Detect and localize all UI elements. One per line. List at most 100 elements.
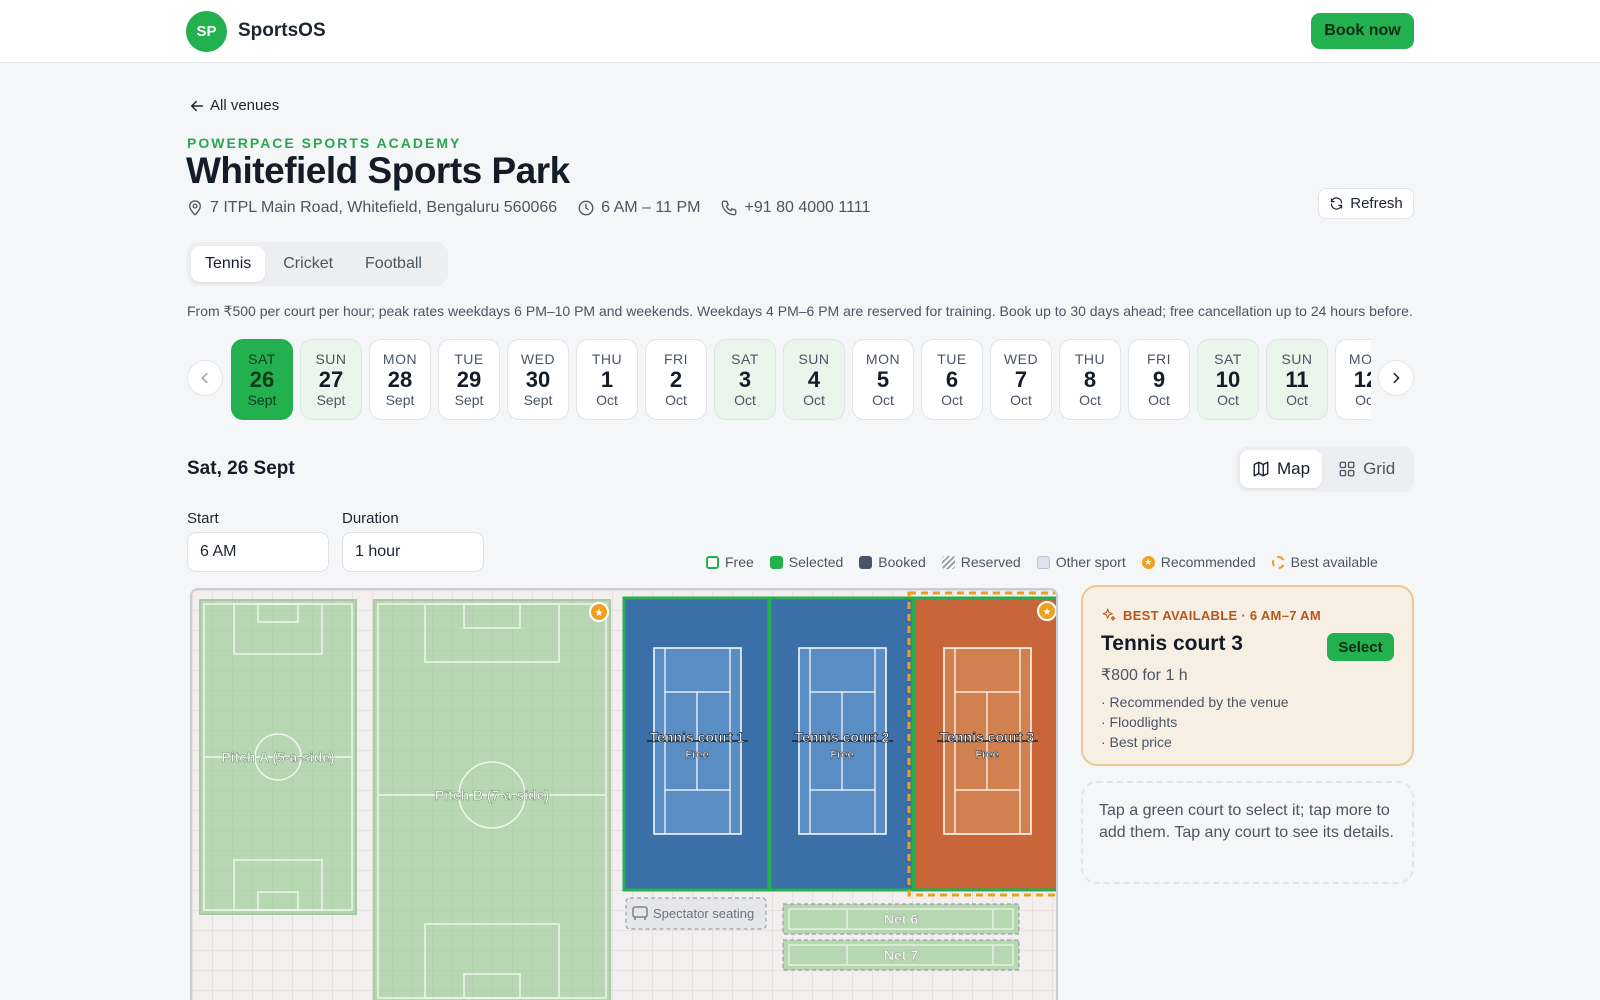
date-weekday: SAT	[731, 350, 759, 367]
svg-text:★: ★	[1043, 607, 1052, 618]
best-court-name: Tennis court 3	[1101, 632, 1243, 655]
date-day: 10	[1215, 366, 1241, 392]
best-available-swatch	[1271, 555, 1285, 569]
court-2-status: Free	[830, 749, 853, 761]
legend-selected: Selected	[769, 554, 843, 570]
phone-icon	[722, 200, 737, 216]
sparkles-icon	[1102, 608, 1116, 621]
brand-logo[interactable]: SP	[186, 11, 227, 52]
legend-free: Free	[706, 554, 754, 570]
sport-tabs: Tennis Cricket Football	[187, 242, 448, 286]
date-day: 5	[876, 366, 890, 392]
date-day: 30	[525, 366, 551, 392]
best-available-tag: BEST AVAILABLE · 6 AM–7 AM	[1101, 607, 1321, 623]
star-icon: ★	[1141, 555, 1155, 569]
date-strip: SAT 26 Sept SUN 27 Sept MON 28 Sept TUE 29 Sept WED 3…	[187, 339, 1414, 421]
net-6-label: Net 6	[884, 911, 918, 927]
date-card[interactable]: MON12Oct	[1335, 339, 1371, 420]
pricing-note: From ₹500 per court per hour; peak rates…	[187, 303, 1413, 319]
reason-item: · Recommended by the venue	[1101, 694, 1289, 710]
date-weekday: MON	[382, 350, 418, 367]
best-court-reasons: · Recommended by the venue · Floodlights…	[1101, 692, 1289, 752]
date-month: Sept	[247, 392, 277, 409]
date-card[interactable]: MON 5 Oct	[852, 339, 914, 420]
brand-name[interactable]: SportsOS	[238, 20, 326, 42]
date-day: 12	[1353, 366, 1371, 392]
court-3-name: Tennis court 3	[940, 729, 1035, 745]
date-card[interactable]: SUN 4 Oct	[783, 339, 845, 420]
duration-select[interactable]: 1 hour	[342, 532, 484, 572]
date-card[interactable]: SAT 10 Oct	[1197, 339, 1259, 420]
grid-view-button[interactable]: Grid	[1326, 450, 1407, 488]
date-day: 28	[387, 366, 413, 392]
date-month: Oct	[596, 392, 618, 409]
date-weekday: SUN	[798, 350, 830, 367]
date-next-button[interactable]	[1378, 360, 1414, 396]
reason-item: · Best price	[1101, 734, 1172, 750]
reason-item: · Floodlights	[1101, 714, 1178, 730]
start-select[interactable]: 6 AM	[187, 532, 329, 572]
venue-phone[interactable]: +91 80 4000 1111	[720, 199, 870, 217]
date-card[interactable]: FRI 9 Oct	[1128, 339, 1190, 420]
view-toggle: Map Grid	[1236, 446, 1414, 492]
date-weekday: MON	[1348, 350, 1371, 367]
best-available-card: BEST AVAILABLE · 6 AM–7 AM Tennis court …	[1081, 585, 1414, 766]
date-day: 26	[249, 366, 275, 392]
date-list: SAT 26 Sept SUN 27 Sept MON 28 Sept TUE 29 Sept WED 3…	[231, 339, 1371, 421]
venue-hours: 6 AM – 11 PM	[577, 199, 700, 217]
best-court-price: ₹800 for 1 h	[1101, 667, 1188, 684]
legend-reserved: Reserved	[941, 554, 1021, 570]
date-month: Oct	[1010, 392, 1032, 409]
venue-map: Pitch A (5-a-side) ★ Pitch B (7-a-side)	[190, 588, 1058, 1000]
date-day: 1	[600, 366, 614, 392]
grid-view-label: Grid	[1363, 459, 1396, 478]
legend-booked: Booked	[859, 554, 926, 570]
date-card[interactable]: MON 28 Sept	[369, 339, 431, 420]
date-day: 29	[456, 366, 482, 392]
date-day: 11	[1285, 366, 1309, 392]
date-month: Oct	[1079, 392, 1101, 409]
spectator-seating-label: Spectator seating	[653, 906, 754, 921]
date-card[interactable]: THU 8 Oct	[1059, 339, 1121, 420]
date-card[interactable]: SAT 3 Oct	[714, 339, 776, 420]
clock-icon	[578, 200, 594, 216]
date-card[interactable]: SUN 27 Sept	[300, 339, 362, 420]
date-prev-button[interactable]	[187, 360, 223, 396]
map-view-button[interactable]: Map	[1240, 450, 1323, 488]
legend-best-available: Best available	[1271, 554, 1378, 570]
date-month: Oct	[665, 392, 687, 409]
date-weekday: MON	[865, 350, 901, 367]
date-card[interactable]: TUE 6 Oct	[921, 339, 983, 420]
date-month: Sept	[316, 392, 346, 409]
date-card[interactable]: TUE 29 Sept	[438, 339, 500, 420]
arrow-left-icon	[190, 100, 204, 111]
court-1-status: Free	[685, 749, 708, 761]
date-month: Oct	[803, 392, 825, 409]
date-weekday: TUE	[937, 350, 967, 367]
date-weekday: FRI	[663, 350, 689, 367]
tab-cricket[interactable]: Cricket	[269, 246, 347, 282]
date-card[interactable]: SUN 11 Oct	[1266, 339, 1328, 420]
date-card[interactable]: FRI 2 Oct	[645, 339, 707, 420]
date-card[interactable]: THU 1 Oct	[576, 339, 638, 420]
chevron-right-icon	[1393, 372, 1400, 384]
date-weekday: FRI	[1146, 350, 1172, 367]
svg-text:★: ★	[595, 608, 604, 619]
date-weekday: TUE	[454, 350, 484, 367]
tab-tennis[interactable]: Tennis	[191, 246, 266, 282]
start-label: Start	[187, 510, 219, 527]
pitch-b-label: Pitch B (7-a-side)	[435, 787, 549, 803]
all-venues-link[interactable]: All venues	[190, 97, 279, 114]
date-card[interactable]: SAT 26 Sept	[231, 339, 293, 420]
date-month: Sept	[454, 392, 484, 409]
date-day: 8	[1083, 366, 1097, 392]
refresh-button[interactable]: Refresh	[1318, 188, 1414, 219]
tab-football[interactable]: Football	[351, 246, 436, 282]
hours-text: 6 AM – 11 PM	[601, 199, 701, 216]
select-best-court-button[interactable]: Select	[1327, 633, 1394, 661]
date-card[interactable]: WED 7 Oct	[990, 339, 1052, 420]
book-now-button[interactable]: Book now	[1311, 13, 1414, 49]
date-day: 4	[807, 366, 821, 392]
date-month: Sept	[523, 392, 553, 409]
date-card[interactable]: WED 30 Sept	[507, 339, 569, 420]
